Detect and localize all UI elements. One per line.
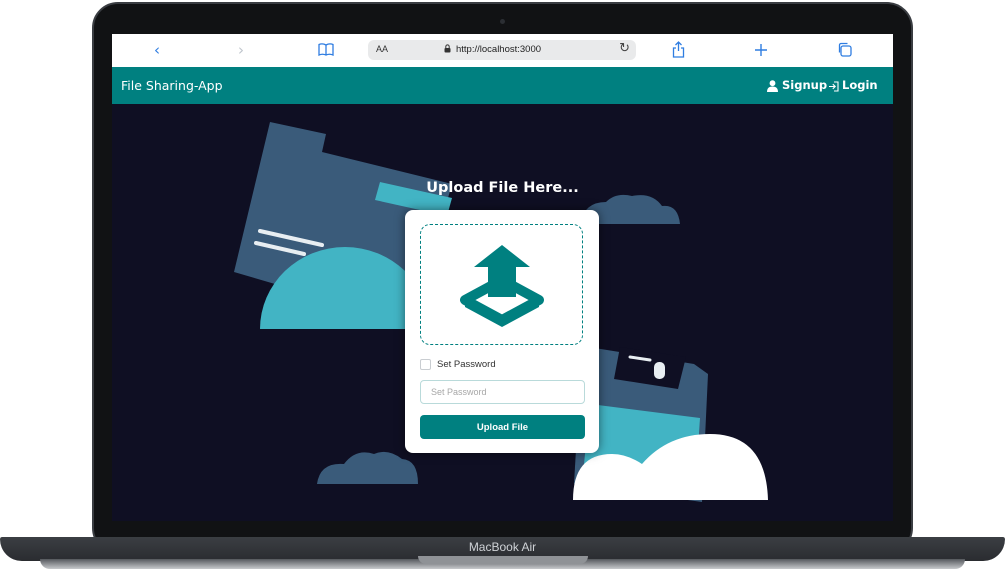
upload-file-button[interactable]: Upload File [420, 415, 585, 439]
upload-card: Set Password Upload File [405, 210, 599, 453]
upload-title: Upload File Here... [426, 180, 579, 196]
upload-tray-icon [457, 245, 547, 332]
set-password-label: Set Password [437, 358, 496, 370]
base-notch [418, 556, 588, 564]
camera [500, 19, 505, 24]
set-password-row: Set Password [420, 358, 496, 370]
set-password-checkbox[interactable] [420, 358, 431, 370]
password-input[interactable] [420, 380, 585, 404]
model-label: MacBook Air [468, 540, 537, 554]
screen: ‹ › AA http://localhost:3000 ↻ File Shar… [112, 34, 893, 521]
bottom-bezel [112, 521, 893, 536]
file-dropzone[interactable] [420, 224, 583, 345]
